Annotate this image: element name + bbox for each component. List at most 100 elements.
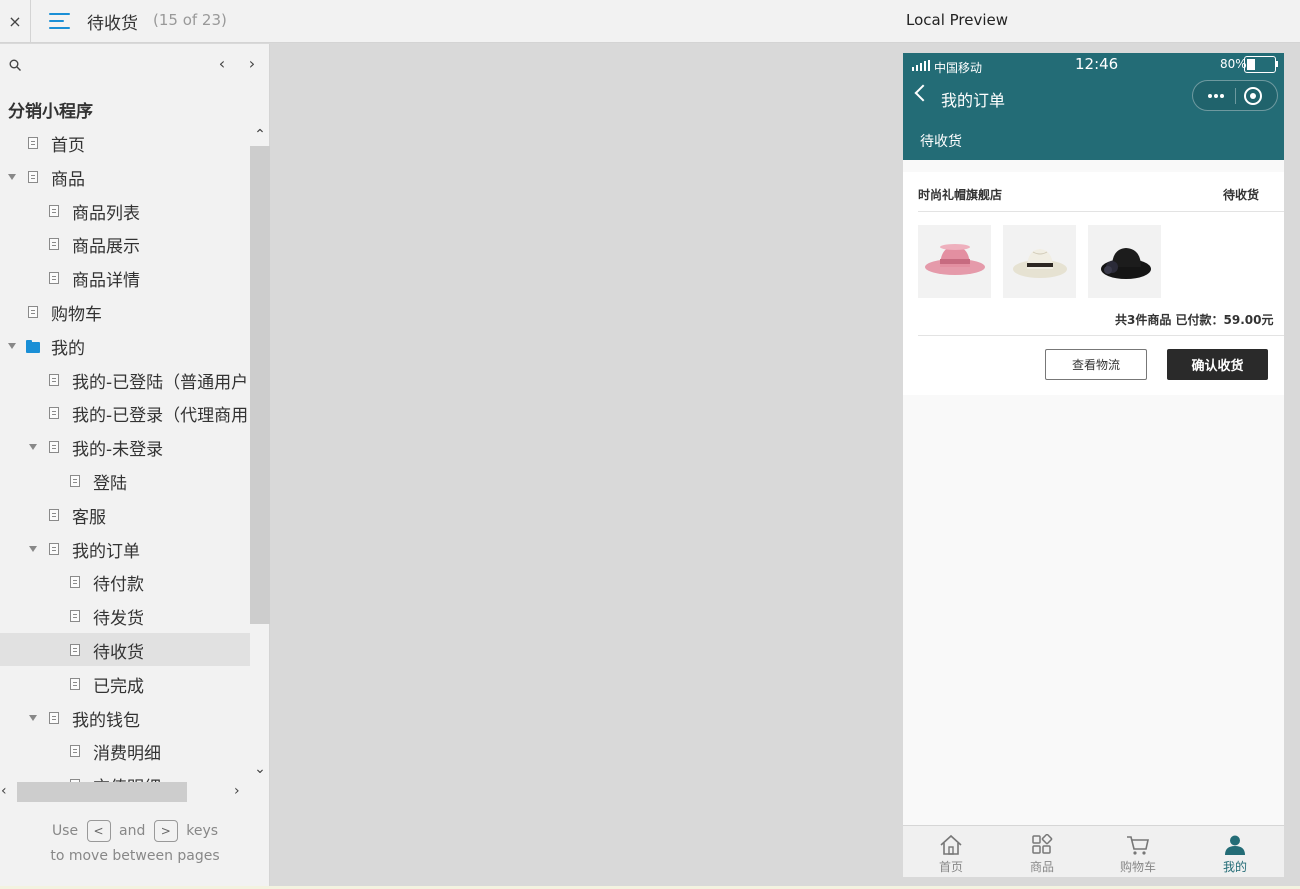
- tree-item[interactable]: 已完成: [0, 667, 250, 700]
- project-title: 分销小程序: [8, 102, 93, 122]
- phone-preview: 中国移动 12:46 80% 我的订单 待收货 时尚礼帽旗舰店 待收货 共3件商…: [903, 53, 1284, 877]
- sidebar: ‹ › 分销小程序 首页 商品 商品列表商品展示商品详情购物车我的 我的-已登陆（普通…: [0, 44, 270, 889]
- user-icon: [1225, 835, 1245, 855]
- tree-item-label: 待付款: [93, 575, 144, 595]
- tabbar-label-goods: 商品: [1029, 860, 1054, 874]
- tree-item[interactable]: 客服: [0, 498, 250, 531]
- page-icon: [70, 475, 80, 487]
- order-tab-label[interactable]: 待收货: [920, 131, 962, 151]
- close-button[interactable]: ×: [0, 0, 31, 43]
- prev-page-icon[interactable]: ‹: [214, 56, 230, 72]
- order-status: 待收货: [1223, 188, 1260, 202]
- tabbar-item-home[interactable]: 首页: [921, 826, 981, 877]
- page-icon: [70, 576, 80, 588]
- tree-item-label: 我的钱包: [72, 711, 140, 731]
- tree-item[interactable]: 商品: [0, 160, 250, 193]
- tabbar-label-mine: 我的: [1222, 860, 1247, 874]
- page-count: (15 of 23): [153, 11, 227, 29]
- battery-icon: [1244, 56, 1276, 73]
- tree-item-label: 商品展示: [72, 237, 140, 257]
- tree-item-label: 我的-已登录（代理商用: [72, 406, 249, 426]
- product-image-pink-hat[interactable]: [918, 225, 991, 298]
- order-summary: 共3件商品 已付款：59.00元: [1115, 313, 1274, 327]
- tree-item[interactable]: 购物车: [0, 295, 250, 328]
- carrier-label: 中国移动: [934, 61, 983, 75]
- tree-item[interactable]: 商品展示: [0, 227, 250, 260]
- view-logistics-button[interactable]: 查看物流: [1045, 349, 1147, 380]
- scroll-right-icon[interactable]: ›: [234, 784, 246, 798]
- scroll-up-icon[interactable]: ⌃: [253, 128, 267, 142]
- menu-icon[interactable]: [49, 12, 70, 30]
- tabbar-label-home: 首页: [938, 860, 963, 874]
- tree-item-label: 待收货: [93, 643, 144, 663]
- tabbar-item-cart[interactable]: 购物车: [1108, 826, 1168, 877]
- page-icon: [28, 306, 38, 318]
- scroll-left-icon[interactable]: ‹: [1, 784, 13, 798]
- tree-item[interactable]: 我的-已登录（代理商用: [0, 396, 250, 429]
- back-icon[interactable]: [914, 84, 932, 102]
- tree-item-label: 客服: [72, 508, 106, 528]
- mini-program-capsule: [1192, 80, 1278, 111]
- tree-item[interactable]: 待付款: [0, 565, 250, 598]
- expand-arrow-icon[interactable]: [29, 444, 37, 450]
- tree-item[interactable]: 充值明细: [0, 768, 250, 782]
- hint-keys: keys: [186, 823, 219, 839]
- tree-item-label: 购物车: [51, 305, 102, 325]
- page-icon: [70, 644, 80, 656]
- product-image-black-hat[interactable]: [1088, 225, 1161, 298]
- next-page-icon[interactable]: ›: [244, 56, 260, 72]
- tree-item[interactable]: 我的: [0, 329, 250, 362]
- page-tree: 首页 商品 商品列表商品展示商品详情购物车我的 我的-已登陆（普通用户我的-已登录（代…: [0, 126, 250, 782]
- divider: [918, 335, 1284, 336]
- tree-item[interactable]: 我的订单: [0, 532, 250, 565]
- hint-line2: to move between pages: [50, 848, 220, 864]
- confirm-receipt-button[interactable]: 确认收货: [1167, 349, 1268, 380]
- tree-item[interactable]: 我的-已登陆（普通用户: [0, 363, 250, 396]
- page-icon: [70, 678, 80, 690]
- tree-item[interactable]: 待发货: [0, 599, 250, 632]
- tree-item[interactable]: 消费明细: [0, 734, 250, 767]
- tree-item-label: 消费明细: [93, 744, 161, 764]
- signal-icon: [912, 60, 932, 71]
- tabbar-item-mine[interactable]: 我的: [1205, 826, 1265, 877]
- tabbar-label-cart: 购物车: [1119, 860, 1156, 874]
- tree-item[interactable]: 我的-未登录: [0, 430, 250, 463]
- page-icon: [49, 509, 59, 521]
- search-icon[interactable]: [9, 59, 21, 71]
- keyboard-hint: Use < and > keys to move between pages: [0, 819, 270, 869]
- page-icon: [28, 137, 38, 149]
- tree-item[interactable]: 商品列表: [0, 194, 250, 227]
- key-next: >: [153, 820, 178, 842]
- tree-item[interactable]: 登陆: [0, 464, 250, 497]
- tree-item[interactable]: 我的钱包: [0, 701, 250, 734]
- product-image-cream-hat[interactable]: [1003, 225, 1076, 298]
- vertical-scrollbar[interactable]: [250, 146, 270, 624]
- grid-icon: [1032, 834, 1053, 854]
- expand-arrow-icon[interactable]: [29, 546, 37, 552]
- tree-item-label: 待发货: [93, 609, 144, 629]
- battery-percent: 80%: [1220, 57, 1247, 71]
- tree-item-label: 商品详情: [72, 271, 140, 291]
- horizontal-scrollbar[interactable]: [17, 782, 187, 802]
- cart-icon: [1127, 836, 1149, 855]
- nav-title: 我的订单: [941, 91, 1006, 110]
- tabbar-item-goods[interactable]: 商品: [1012, 826, 1072, 877]
- expand-arrow-icon[interactable]: [8, 174, 16, 180]
- page-icon: [49, 712, 59, 724]
- tree-item-label: 已完成: [93, 677, 144, 697]
- tree-item-label: 充值明细: [93, 773, 161, 782]
- page-icon: [49, 374, 59, 386]
- expand-arrow-icon[interactable]: [8, 343, 16, 349]
- tree-item[interactable]: 待收货: [0, 633, 250, 666]
- tree-item[interactable]: 首页: [0, 126, 250, 159]
- close-target-icon[interactable]: [1244, 87, 1262, 105]
- tab-bar: 首页 商品 购物车 我的: [903, 825, 1284, 877]
- scroll-down-icon[interactable]: ⌄: [253, 762, 267, 776]
- home-icon: [940, 834, 962, 855]
- tree-item[interactable]: 商品详情: [0, 261, 250, 294]
- shop-name[interactable]: 时尚礼帽旗舰店: [918, 186, 1002, 203]
- expand-arrow-icon[interactable]: [29, 715, 37, 721]
- page-icon: [49, 441, 59, 453]
- divider: [918, 211, 1284, 212]
- clock: 12:46: [1075, 55, 1119, 73]
